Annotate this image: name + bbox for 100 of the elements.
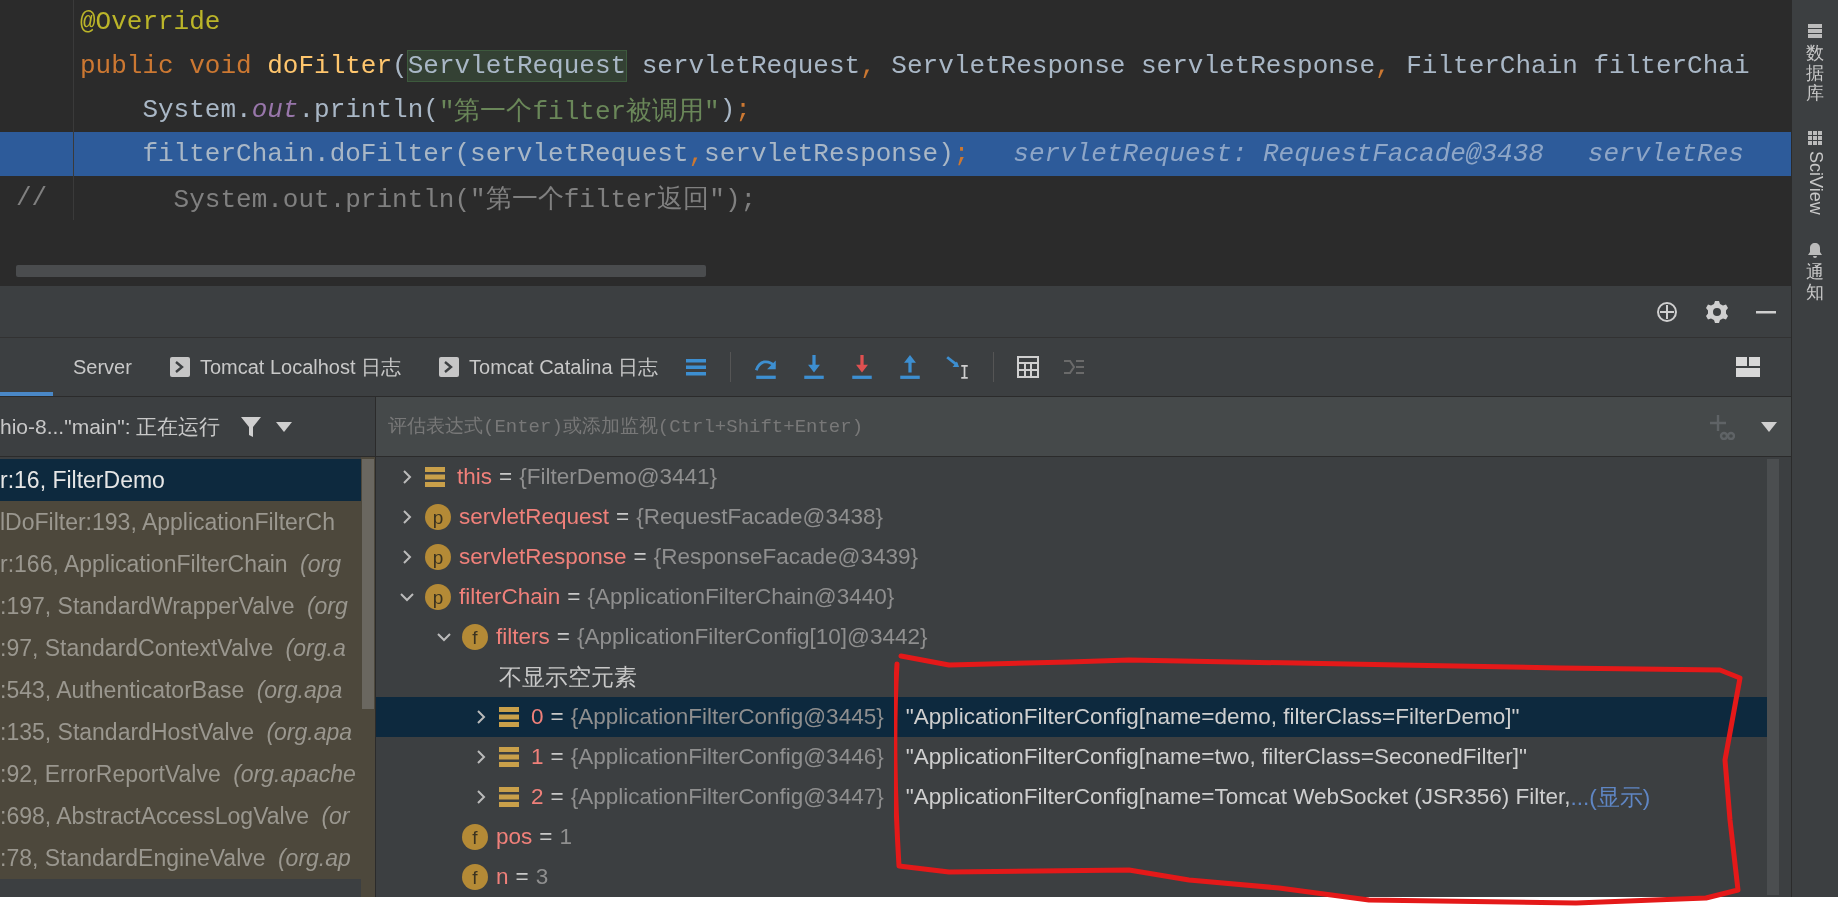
- code-token: servletRequest: [640, 51, 861, 81]
- code-token: "第一个filter被调用": [438, 95, 720, 128]
- string-value: "ApplicationFilterConfig[name=two, filterClass=SeconedFilter]": [905, 744, 1527, 770]
- equals-sign: =: [556, 624, 570, 650]
- variable-value: {ApplicationFilterConfig[10]@3442}: [576, 624, 928, 650]
- crosshair-icon[interactable]: [1655, 299, 1679, 324]
- variable-row[interactable]: f filters = {ApplicationFilterConfig[10]@3442}: [376, 617, 1767, 657]
- equals-sign: =: [550, 704, 564, 730]
- stack-frame[interactable]: r:16, FilterDemo: [0, 459, 361, 501]
- code-token: public void: [80, 51, 253, 81]
- comment-marker: //: [16, 183, 48, 213]
- console-icon: [439, 357, 460, 377]
- code-token: ;: [735, 95, 751, 125]
- selected-row[interactable]: 0 = {ApplicationFilterConfig@3445} "ApplicationFilterConfig[name=demo, filterClass=FilterDemo]": [376, 697, 1767, 737]
- variable-row[interactable]: p servletRequest = {RequestFacade@3438}: [376, 497, 1767, 537]
- equals-sign: =: [515, 864, 529, 890]
- grid-icon[interactable]: [1806, 129, 1824, 148]
- chevron-down-icon[interactable]: [399, 590, 414, 604]
- code-token: @Override: [80, 7, 221, 37]
- variable-name: servletRequest: [459, 504, 610, 530]
- horizontal-scrollbar[interactable]: [16, 265, 706, 277]
- field-icon: f: [462, 824, 488, 850]
- tab[interactable]: Server: [53, 338, 150, 396]
- equals-sign: =: [633, 544, 647, 570]
- variable-row[interactable]: p filterChain = {ApplicationFilterChain@3440}: [376, 577, 1767, 617]
- inline-value-hint: servletRequest: RequestFacade@3438: [1013, 139, 1544, 169]
- variable-name: filterChain: [459, 584, 561, 610]
- code-token: System.: [141, 95, 252, 125]
- variable-value: 1: [559, 824, 572, 850]
- code-token: ,: [860, 51, 876, 81]
- equals-sign: =: [616, 504, 630, 530]
- variable-name: 1: [531, 744, 544, 770]
- variable-row[interactable]: p servletResponse = {ResponseFacade@3439}: [376, 537, 1767, 577]
- caret-icon[interactable]: [276, 421, 293, 432]
- equals-sign: =: [567, 584, 581, 610]
- settings-icon[interactable]: [1705, 299, 1729, 324]
- tool-window-button[interactable]: 数据库: [1806, 44, 1824, 104]
- inline-value-hint: servletRes: [1587, 139, 1744, 169]
- variable-value: {ResponseFacade@3439}: [653, 544, 919, 570]
- variable-value: {ApplicationFilterConfig@3446}: [570, 744, 884, 770]
- list-icon: [499, 747, 519, 767]
- equals-sign: =: [550, 744, 564, 770]
- variable-row[interactable]: 1 = {ApplicationFilterConfig@3446} "ApplicationFilterConfig[name=two, filterClass=SeconedFilter]": [376, 737, 1767, 777]
- code-token: filterChain.doFilter(servletRequest: [141, 139, 689, 169]
- variable-value: {ApplicationFilterChain@3440}: [587, 584, 895, 610]
- list-icon: [425, 467, 445, 487]
- equals-sign: =: [539, 824, 553, 850]
- variable-row[interactable]: f n = 3: [376, 857, 1767, 897]
- variable-value: {ApplicationFilterConfig@3445}: [570, 704, 884, 730]
- variable-name: filters: [496, 624, 550, 650]
- bell-icon[interactable]: [1806, 241, 1824, 260]
- code-token: doFilter: [267, 51, 393, 81]
- calculator-icon[interactable]: [1016, 355, 1041, 379]
- equals-sign: =: [550, 784, 564, 810]
- variable-row[interactable]: this = {FilterDemo@3441}: [376, 457, 1767, 497]
- console-icon: [169, 357, 190, 377]
- list-icon: [499, 707, 519, 727]
- variable-row[interactable]: 2 = {ApplicationFilterConfig@3447} "ApplicationFilterConfig[name=Tomcat WebSocket (JSR356) Filter,...(显示): [376, 777, 1767, 817]
- layout-icon[interactable]: [1735, 354, 1761, 380]
- variable-row[interactable]: 不显示空元素: [376, 657, 1767, 697]
- variable-name: this: [457, 464, 492, 490]
- variable-name: pos: [496, 824, 533, 850]
- code-token: FilterChain filterChai: [1405, 51, 1750, 81]
- code-token: out: [251, 95, 299, 125]
- filter-icon[interactable]: [240, 414, 263, 439]
- variable-name: n: [496, 864, 509, 890]
- scrollbar[interactable]: [361, 457, 375, 897]
- code-token: ,: [1375, 51, 1391, 81]
- field-icon: f: [462, 864, 488, 890]
- field-icon: f: [462, 624, 488, 650]
- database-icon[interactable]: [1806, 22, 1824, 40]
- code-token: ,: [688, 139, 705, 169]
- hint-text: 不显示空元素: [499, 663, 637, 692]
- variable-value: 3: [535, 864, 549, 890]
- parameter-icon: p: [425, 504, 451, 530]
- string-value: "ApplicationFilterConfig[name=Tomcat WebSocket (JSR356) Filter,: [905, 784, 1571, 810]
- variable-name: 0: [531, 704, 544, 730]
- code-token: ServletRequest: [407, 51, 627, 81]
- parameter-icon: p: [425, 544, 451, 570]
- code-token: (: [392, 51, 408, 81]
- code-token: System.out.println("第一个filter返回");: [172, 183, 757, 216]
- variable-value: {ApplicationFilterConfig@3447}: [570, 784, 884, 810]
- code-token: ServletResponse servletResponse: [890, 51, 1376, 81]
- tool-window-button[interactable]: SciView: [1804, 151, 1826, 216]
- list-icon: [499, 787, 519, 807]
- variable-name: servletResponse: [459, 544, 627, 570]
- string-value: "ApplicationFilterConfig[name=demo, filterClass=FilterDemo]": [905, 704, 1520, 730]
- tool-window-button[interactable]: 通知: [1806, 263, 1824, 303]
- chevron-down-icon[interactable]: [436, 630, 451, 644]
- equals-sign: =: [499, 464, 513, 490]
- code-token: ;: [953, 139, 970, 169]
- caret-icon[interactable]: [1761, 421, 1777, 432]
- tab[interactable]: Tomcat Catalina 日志: [419, 338, 677, 396]
- variable-value: {FilterDemo@3441}: [519, 464, 718, 490]
- code-token: servletResponse): [704, 139, 954, 169]
- parameter-icon: p: [425, 584, 451, 610]
- code-token: .println(: [298, 95, 439, 125]
- variable-value: {RequestFacade@3438}: [636, 504, 883, 530]
- variable-row[interactable]: f pos = 1: [376, 817, 1767, 857]
- tab[interactable]: Tomcat Localhost 日志: [149, 338, 420, 396]
